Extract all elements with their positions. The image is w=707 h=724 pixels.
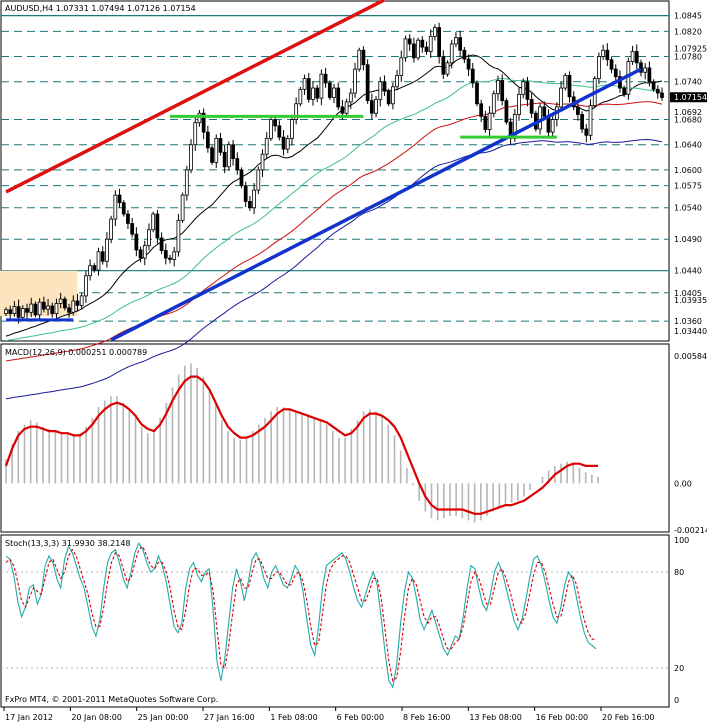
price-tick-label: 1.0780: [674, 53, 702, 62]
time-axis: 17 Jan 2012 20 Jan 08:00 25 Jan 00:00 27 Ja…: [3, 707, 654, 722]
candle: [269, 117, 273, 141]
candle: [33, 301, 38, 318]
candle: [121, 200, 126, 217]
macd-axis: 0.005846 0.00 -0.002142: [674, 352, 707, 535]
macd-panel-frame: [0, 343, 670, 533]
price-tick-label: 1.03440: [674, 327, 707, 336]
price-tick-label: 1.0600: [674, 166, 702, 175]
candle: [563, 72, 568, 91]
stoch-axis-label: 0: [674, 696, 679, 705]
copyright-text: FxPro MT4, © 2001-2011 MetaQuotes Softwa…: [5, 695, 218, 704]
macd-axis-label: 0.00: [674, 479, 692, 488]
price-tick-label: 1.0490: [674, 235, 702, 244]
candle: [588, 99, 593, 141]
chart-title: AUDUSD,H4 1.07331 1.07494 1.07126 1.0715…: [5, 4, 196, 13]
candle: [626, 57, 631, 100]
price-tick-label: 1.0680: [674, 116, 702, 125]
candle: [226, 141, 231, 171]
macd-axis-label: 0.005846: [674, 352, 707, 361]
candle: [298, 86, 303, 107]
time-tick-label: 13 Feb 08:00: [469, 713, 521, 722]
candle: [180, 192, 185, 223]
price-tick-label: 1.0740: [674, 78, 702, 87]
time-tick-label: 27 Jan 16:00: [204, 713, 255, 722]
candle: [357, 47, 362, 72]
macd-title: MACD(12,26,9) 0.000251 0.000789: [5, 348, 147, 357]
time-tick-label: 25 Jan 00:00: [138, 713, 189, 722]
chart-canvas: 1.08451.08201.079251.07801.07401.071541.…: [0, 0, 707, 722]
candle: [504, 98, 509, 125]
price-tick-label: 1.0440: [674, 267, 702, 276]
candle: [386, 88, 391, 107]
candle: [491, 90, 496, 118]
price-tick-label: 1.0540: [674, 204, 702, 213]
price-tick-label: 1.0360: [674, 317, 702, 326]
candle: [239, 167, 244, 189]
candle: [256, 166, 261, 195]
candle: [210, 145, 214, 165]
price-tick-label: 1.03935: [674, 296, 707, 305]
time-tick-label: 20 Feb 16:00: [602, 713, 654, 722]
candle: [176, 214, 181, 257]
candle: [475, 80, 479, 107]
time-tick-label: 6 Feb 00:00: [337, 713, 384, 722]
candle: [416, 37, 420, 61]
candle: [327, 80, 332, 101]
candle: [109, 215, 113, 244]
candle: [365, 59, 370, 104]
candle: [403, 35, 408, 62]
stoch-title: Stoch(13,3,3) 31.9930 38.2148: [5, 539, 131, 548]
price-tick-label: 1.0640: [674, 141, 702, 150]
price-tick-label: 1.0575: [674, 182, 702, 191]
time-tick-label: 20 Jan 08:00: [71, 713, 122, 722]
time-tick-label: 17 Jan 2012: [5, 713, 53, 722]
time-tick-label: 16 Feb 00:00: [536, 713, 588, 722]
price-tick-label: 1.0820: [674, 27, 702, 36]
time-tick-label: 8 Feb 16:00: [403, 713, 450, 722]
candle: [184, 165, 189, 201]
candle: [445, 60, 450, 77]
macd-axis-label: -0.002142: [674, 526, 707, 535]
stoch-axis-label: 80: [674, 568, 684, 577]
price-tick-label: 1.0845: [674, 12, 702, 21]
current-price-label: 1.07154: [674, 93, 707, 102]
stoch-axis-label: 20: [674, 664, 684, 673]
time-tick-label: 1 Feb 08:00: [270, 713, 317, 722]
stoch-axis-label: 100: [674, 536, 689, 545]
candle: [151, 211, 156, 233]
price-axis: 1.08451.08201.079251.07801.07401.071541.…: [670, 12, 707, 336]
stochastic-axis: 100 80 20 0: [674, 536, 689, 705]
price-panel-frame: [0, 0, 670, 342]
